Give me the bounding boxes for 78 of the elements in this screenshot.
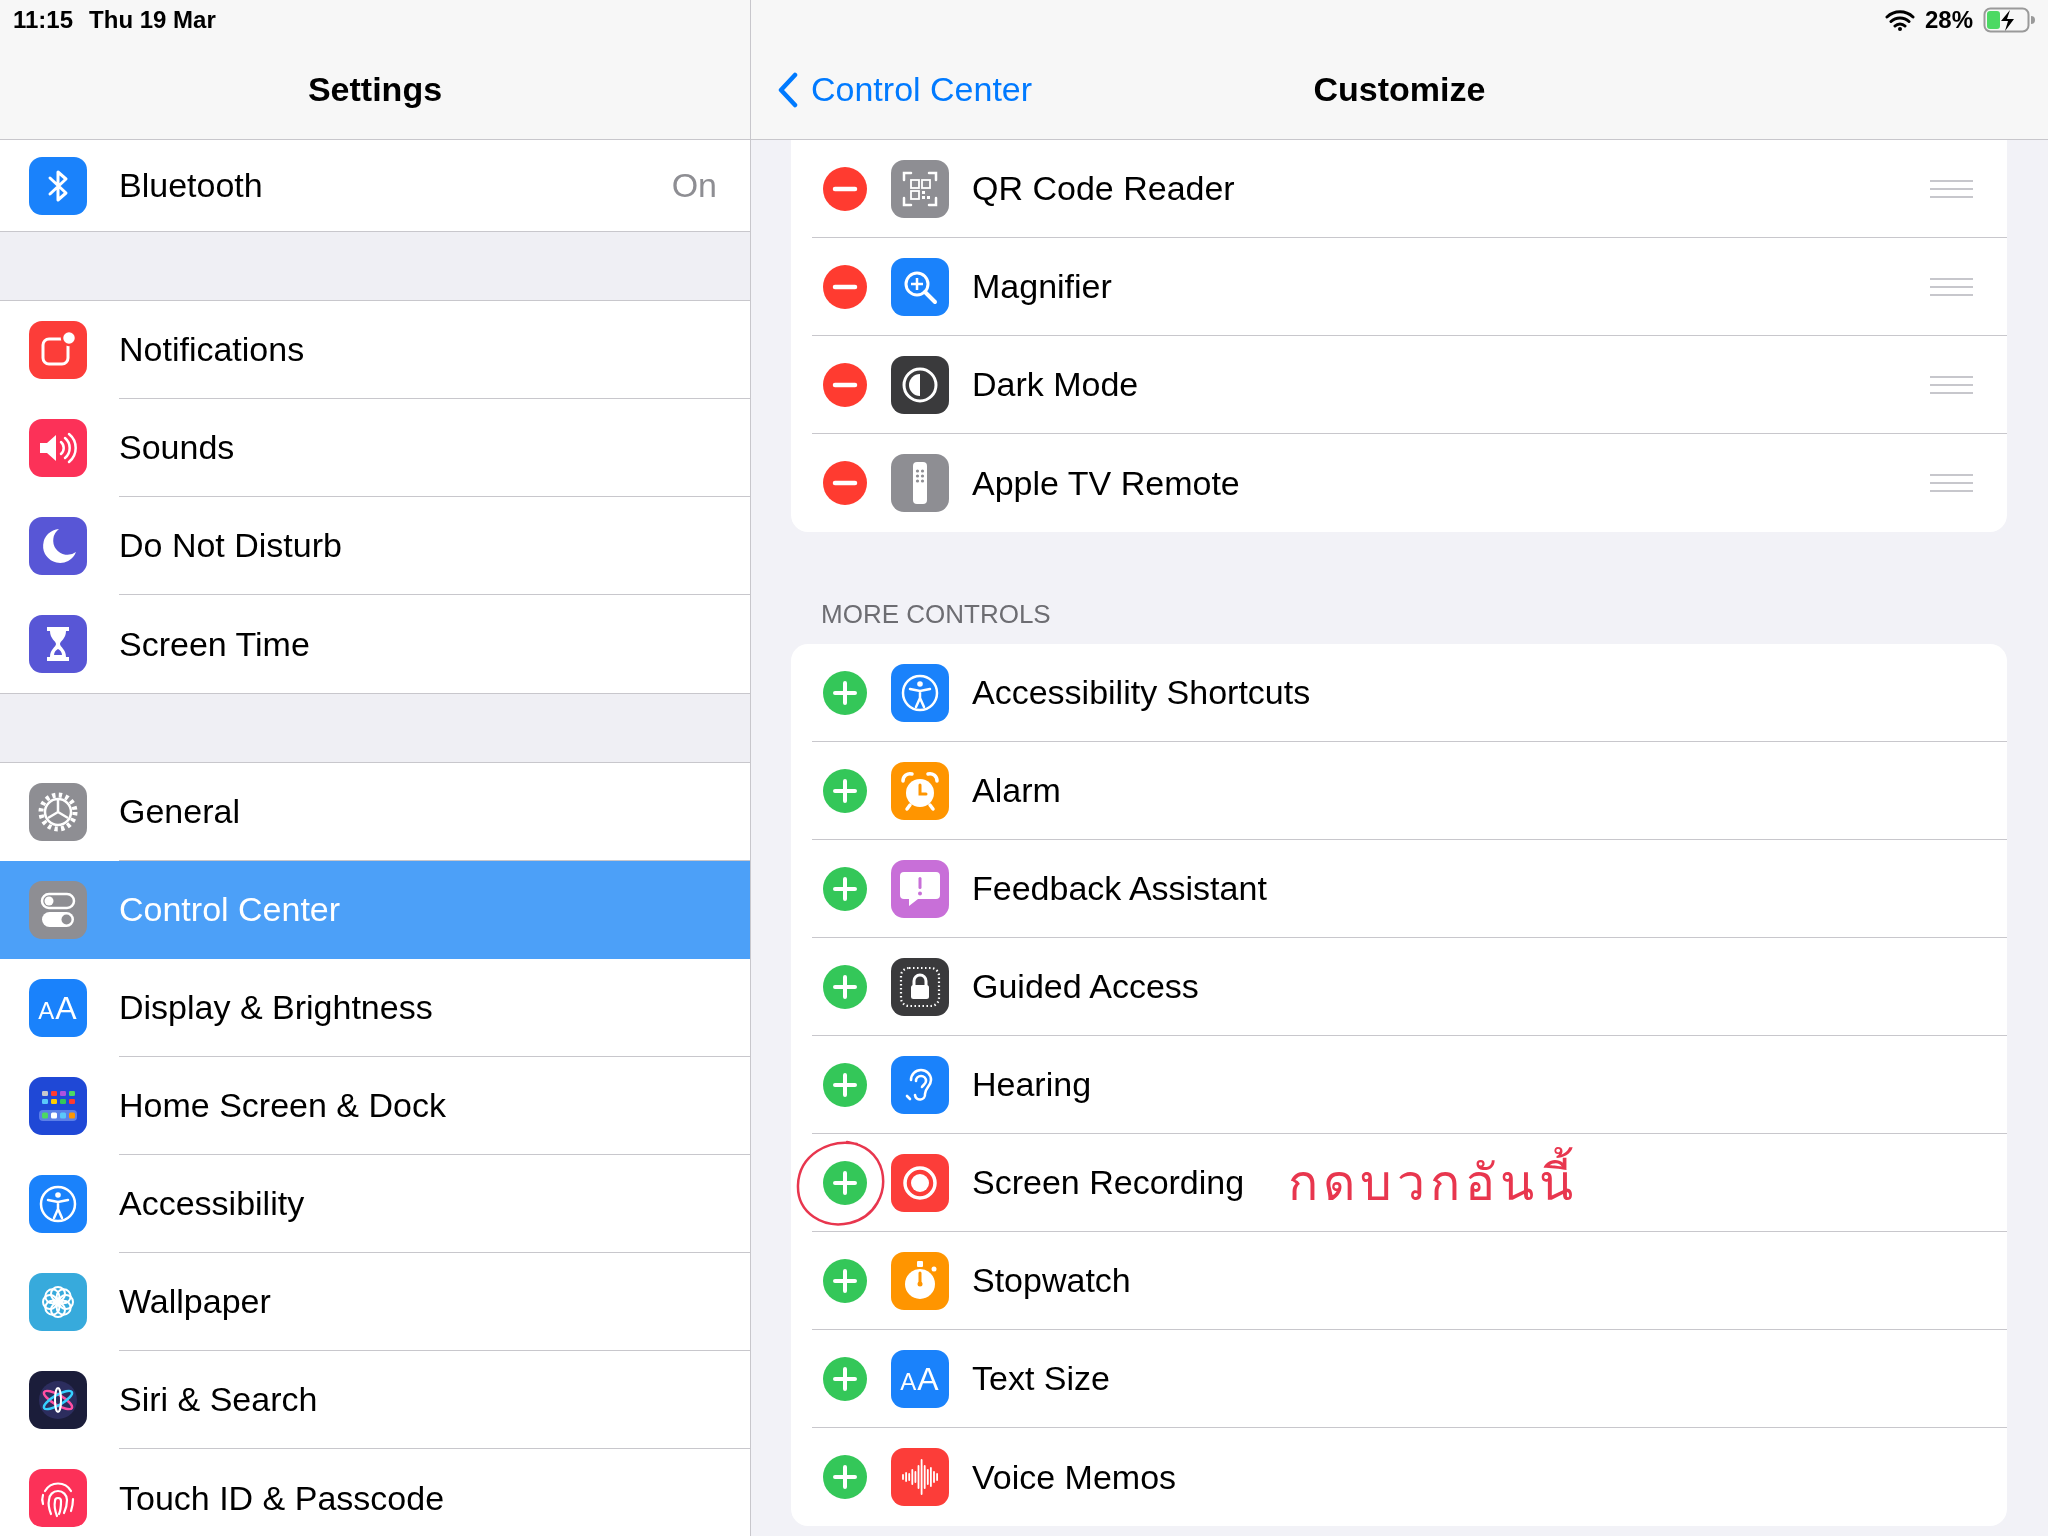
control-label: Screen Recording [972, 1163, 1245, 1202]
sidebar-item[interactable]: AA Display & Brightness [0, 959, 750, 1057]
drag-handle-icon[interactable] [1930, 276, 1973, 297]
waveform-icon [891, 1448, 949, 1506]
qr-code-icon [891, 159, 949, 218]
plus-circle-icon[interactable] [823, 964, 867, 1009]
sidebar-item[interactable]: Home Screen & Dock [0, 1057, 750, 1155]
control-label: QR Code Reader [972, 169, 1235, 208]
section-header: MORE CONTROLS [821, 599, 1051, 629]
page-title: Customize [1313, 70, 1486, 109]
plus-circle-icon[interactable] [823, 1258, 867, 1303]
bluetooth-icon [29, 156, 87, 215]
swirl-orb-icon [29, 1371, 87, 1429]
battery-percent: 28% [1924, 6, 1973, 34]
plus-circle-icon[interactable] [823, 1356, 867, 1401]
plus-circle-icon[interactable] [823, 1160, 867, 1205]
plus-circle-icon[interactable] [823, 768, 867, 813]
status-time: 11:15 [13, 6, 74, 34]
back-button[interactable]: Control Center [777, 70, 1033, 109]
stopwatch-icon [891, 1251, 949, 1310]
plus-circle-icon[interactable] [823, 670, 867, 715]
magnifier-icon [891, 257, 949, 316]
sidebar-item[interactable]: Accessibility [0, 1155, 750, 1253]
remote-icon [891, 454, 949, 512]
drag-handle-icon[interactable] [1930, 374, 1973, 395]
sidebar-item[interactable]: Screen Time [0, 595, 750, 693]
accessibility-icon [891, 663, 949, 722]
letters-icon: AA [29, 979, 87, 1037]
gear-icon [29, 783, 87, 841]
sidebar-item[interactable]: Bluetooth On [0, 140, 750, 231]
fingerprint-icon [29, 1469, 87, 1527]
minus-circle-icon[interactable] [823, 264, 867, 309]
sidebar-item[interactable]: Sounds [0, 399, 750, 497]
record-icon [891, 1153, 949, 1212]
minus-circle-icon[interactable] [823, 362, 867, 407]
plus-circle-icon[interactable] [823, 1062, 867, 1107]
notification-badge-icon [29, 321, 87, 379]
app-grid-icon [29, 1077, 87, 1135]
status-date: Thu 19 Mar [89, 6, 216, 34]
battery-charging-icon [1983, 7, 2035, 33]
control-label: Dark Mode [972, 365, 1139, 404]
drag-handle-icon[interactable] [1930, 473, 1973, 493]
sidebar-title: Settings [307, 70, 443, 109]
letters-icon: AA [891, 1349, 949, 1408]
lock-icon [891, 957, 949, 1016]
sidebar-item[interactable]: Do Not Disturb [0, 497, 750, 595]
control-label: Stopwatch [972, 1261, 1131, 1300]
speaker-icon [29, 419, 87, 477]
control-label: Guided Access [972, 967, 1199, 1006]
hourglass-icon [29, 615, 87, 673]
minus-circle-icon[interactable] [823, 166, 867, 211]
alarm-clock-icon [891, 761, 949, 820]
sidebar-item[interactable]: Siri & Search [0, 1351, 750, 1449]
moon-icon [29, 517, 87, 575]
sidebar-item[interactable]: Notifications [0, 301, 750, 399]
control-label: Apple TV Remote [972, 463, 1240, 503]
sidebar-item[interactable]: Wallpaper [0, 1253, 750, 1351]
accessibility-icon [29, 1175, 87, 1233]
status-value: On [671, 166, 717, 205]
plus-circle-icon[interactable] [823, 866, 867, 911]
control-label: Text Size [972, 1359, 1110, 1398]
control-label: Magnifier [972, 267, 1112, 306]
control-label: Feedback Assistant [972, 869, 1267, 908]
drag-handle-icon[interactable] [1930, 178, 1973, 199]
sidebar-item[interactable]: Touch ID & Passcode [0, 1449, 750, 1536]
speech-bubble-icon [891, 859, 949, 918]
control-label: Accessibility Shortcuts [972, 673, 1311, 712]
toggle-switches-icon [29, 881, 87, 939]
wifi-icon [1884, 9, 1915, 31]
control-label: Voice Memos [972, 1457, 1177, 1497]
control-label: Hearing [972, 1065, 1092, 1104]
ear-icon [891, 1055, 949, 1114]
handwritten-note: กดบวกอันนี้ [1288, 1143, 1579, 1222]
flower-icon [29, 1273, 87, 1331]
minus-circle-icon[interactable] [823, 461, 867, 505]
plus-circle-icon[interactable] [823, 1455, 867, 1499]
chevron-left-icon [777, 71, 799, 108]
control-label: Alarm [972, 771, 1061, 810]
